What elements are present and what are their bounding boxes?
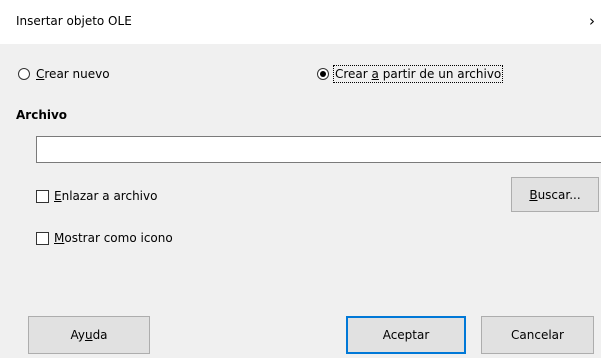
radio-create-new-circle[interactable] (18, 68, 30, 80)
checkbox-show-as-icon[interactable]: Mostrar como icono (36, 231, 173, 245)
ok-button[interactable]: Aceptar (346, 316, 466, 354)
checkbox-link-to-file-box[interactable] (36, 189, 49, 203)
checkbox-show-as-icon-box[interactable] (36, 231, 49, 245)
radio-create-new[interactable]: Crear nuevo (18, 67, 110, 81)
radio-create-new-label: Crear nuevo (36, 67, 110, 81)
file-section-label: Archivo (16, 108, 68, 122)
radio-create-from-file-label: Crear a partir de un archivo (332, 65, 504, 83)
checkbox-link-to-file-label: Enlazar a archivo (54, 189, 158, 203)
checkbox-link-to-file[interactable]: Enlazar a archivo (36, 189, 157, 203)
help-button[interactable]: Ay u da (28, 316, 150, 354)
browse-button[interactable]: Buscar... (511, 177, 599, 212)
close-icon[interactable]: › (589, 10, 601, 32)
radio-create-from-file[interactable]: Crear a partir de un archivo (317, 65, 504, 83)
dialog-title: Insertar objeto OLE (16, 14, 132, 28)
cancel-button[interactable]: Cancelar (481, 316, 594, 354)
title-bar: Insertar objeto OLE › (0, 0, 601, 44)
radio-create-from-file-circle[interactable] (317, 68, 329, 80)
checkbox-show-as-icon-label: Mostrar como icono (54, 231, 173, 245)
file-path-input[interactable] (36, 136, 601, 163)
